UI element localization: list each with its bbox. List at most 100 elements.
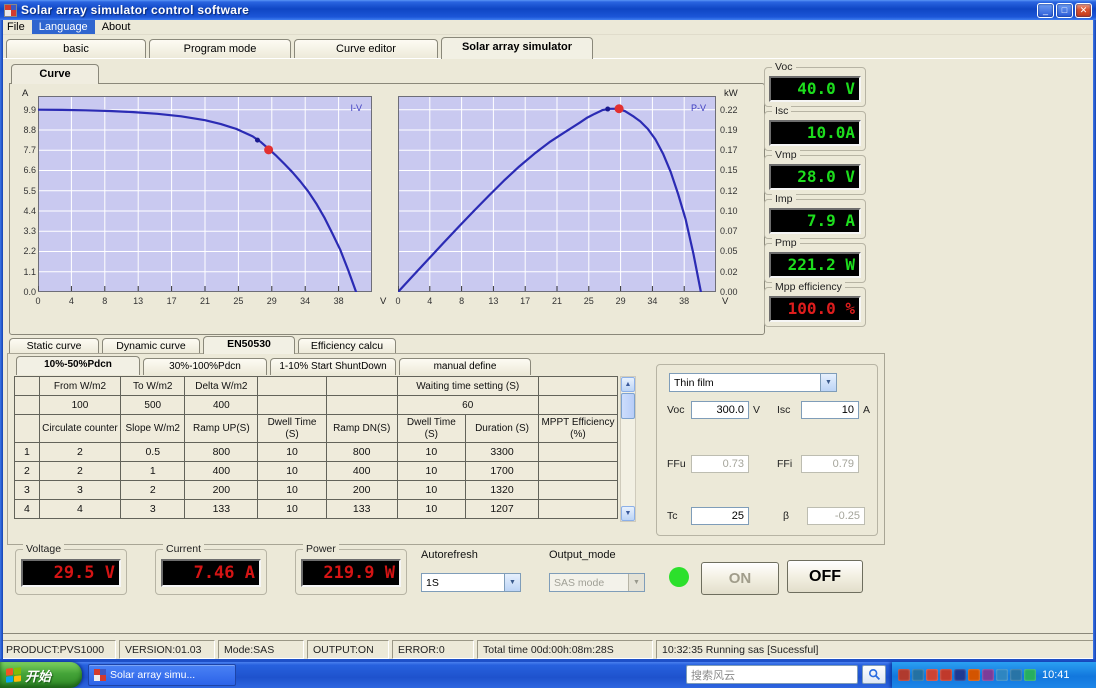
table-cell[interactable]: 2 (120, 480, 186, 500)
table-cell[interactable]: 200 (184, 480, 259, 500)
table-cell[interactable]: 200 (325, 480, 398, 500)
search-icon[interactable] (862, 665, 886, 684)
table-cell[interactable]: 60 (396, 395, 539, 415)
table-cell[interactable] (537, 499, 619, 519)
field-input-[interactable]: -0.25 (807, 507, 865, 525)
table-cell[interactable]: 1700 (465, 461, 539, 481)
table-cell[interactable]: 800 (325, 442, 398, 462)
table-cell[interactable]: 1207 (465, 499, 539, 519)
table-cell[interactable] (14, 395, 40, 415)
on-button[interactable]: ON (701, 562, 779, 595)
table-cell[interactable] (537, 461, 619, 481)
taskbar-app-button[interactable]: Solar array simu... (88, 664, 236, 686)
chevron-down-icon[interactable]: ▼ (820, 374, 836, 391)
field-input-ffi[interactable]: 0.79 (801, 455, 859, 473)
tray-icon-3[interactable] (926, 669, 938, 681)
table-cell[interactable]: 4 (38, 499, 122, 519)
tray-icon-10[interactable] (1024, 669, 1036, 681)
table-cell[interactable]: 133 (184, 499, 259, 519)
scroll-up-icon[interactable]: ▲ (621, 377, 635, 392)
tray-icon-4[interactable] (940, 669, 952, 681)
table-cell[interactable]: 10 (257, 461, 327, 481)
table-cell[interactable]: 10 (257, 442, 327, 462)
table-cell[interactable]: 3300 (465, 442, 539, 462)
table-cell[interactable]: 10 (257, 480, 327, 500)
table-cell[interactable] (537, 480, 619, 500)
close-button[interactable]: ✕ (1075, 2, 1092, 18)
window-title: Solar array simulator control software (21, 3, 250, 17)
tab-program-mode[interactable]: Program mode (149, 39, 291, 59)
tray-icon-1[interactable] (898, 669, 910, 681)
tray-icon-6[interactable] (968, 669, 980, 681)
table-cell[interactable] (257, 395, 327, 415)
menu-about[interactable]: About (95, 20, 138, 34)
status-segment-7: 10:32:35 Running sas [Sucessful] (656, 640, 1096, 659)
tab-efficiency-calcu[interactable]: Efficiency calcu (298, 338, 396, 354)
row-number[interactable]: 4 (14, 499, 40, 519)
field-input-ffu[interactable]: 0.73 (691, 455, 749, 473)
table-cell[interactable]: 1 (120, 461, 186, 481)
field-input-tc[interactable]: 25 (691, 507, 749, 525)
field-input-isc[interactable]: 10 (801, 401, 859, 419)
tab-curve[interactable]: Curve (11, 64, 99, 84)
search-input[interactable]: 搜索风云 (686, 665, 858, 684)
start-button[interactable]: 开始 (0, 662, 82, 688)
y-tick-label: 0.17 (720, 145, 738, 156)
table-cell[interactable]: 500 (120, 395, 186, 415)
table-cell[interactable]: 400 (325, 461, 398, 481)
tray-icon-2[interactable] (912, 669, 924, 681)
chevron-down-icon[interactable]: ▼ (504, 574, 520, 591)
tab-basic[interactable]: basic (6, 39, 146, 59)
tray-icon-5[interactable] (954, 669, 966, 681)
row-number[interactable]: 3 (14, 480, 40, 500)
scroll-down-icon[interactable]: ▼ (621, 506, 635, 521)
off-button[interactable]: OFF (787, 560, 863, 593)
table-cell[interactable]: 133 (325, 499, 398, 519)
table-cell[interactable]: 100 (38, 395, 122, 415)
tab-curve-editor[interactable]: Curve editor (294, 39, 438, 59)
subtab-30-100-pdcn[interactable]: 30%-100%Pdcn (143, 358, 267, 375)
pv-type-select[interactable]: Thin film ▼ (669, 373, 837, 392)
table-cell[interactable]: 2 (38, 442, 122, 462)
table-cell[interactable]: 0.5 (120, 442, 186, 462)
table-cell[interactable] (537, 395, 619, 415)
table-cell[interactable]: 400 (184, 395, 259, 415)
tray-icon-9[interactable] (1010, 669, 1022, 681)
row-number[interactable]: 1 (14, 442, 40, 462)
tab-en50530[interactable]: EN50530 (203, 336, 295, 354)
col-from: From W/m2 (38, 376, 122, 396)
tray-icon-7[interactable] (982, 669, 994, 681)
tray-icon-8[interactable] (996, 669, 1008, 681)
output-mode-select[interactable]: SAS mode ▼ (549, 573, 645, 592)
subtab-1-10-start-shuntdown[interactable]: 1-10% Start ShuntDown (270, 358, 396, 375)
minimize-button[interactable]: _ (1037, 2, 1054, 18)
table-cell[interactable]: 10 (257, 499, 327, 519)
table-cell[interactable] (537, 442, 619, 462)
subtab-10-50-pdcn[interactable]: 10%-50%Pdcn (16, 356, 140, 375)
table-cell[interactable]: 10 (396, 480, 467, 500)
y-tick-label: 0.22 (720, 104, 738, 115)
table-cell[interactable]: 3 (38, 480, 122, 500)
table-scrollbar[interactable]: ▲ ▼ (620, 376, 636, 522)
table-cell[interactable]: 10 (396, 461, 467, 481)
table-cell[interactable] (325, 395, 398, 415)
table-cell[interactable]: 10 (396, 499, 467, 519)
table-cell[interactable]: 3 (120, 499, 186, 519)
field-input-voc[interactable]: 300.0 (691, 401, 749, 419)
table-cell[interactable]: 10 (396, 442, 467, 462)
row-number[interactable]: 2 (14, 461, 40, 481)
menu-language[interactable]: Language (31, 20, 95, 34)
tab-static-curve[interactable]: Static curve (9, 338, 99, 354)
subtab-manual-define[interactable]: manual define (399, 358, 531, 375)
scrollbar-thumb[interactable] (621, 393, 635, 419)
table-cell[interactable]: 400 (184, 461, 259, 481)
table-cell[interactable]: 1320 (465, 480, 539, 500)
tab-dynamic-curve[interactable]: Dynamic curve (102, 338, 200, 354)
autorefresh-select[interactable]: 1S ▼ (421, 573, 521, 592)
table-cell[interactable]: 2 (38, 461, 122, 481)
field-voc: Voc 300.0 V (667, 401, 760, 419)
table-cell[interactable]: 800 (184, 442, 259, 462)
maximize-button[interactable]: □ (1056, 2, 1073, 18)
tab-solar-array-simulator[interactable]: Solar array simulator (441, 37, 593, 59)
menu-file[interactable]: File (0, 20, 32, 34)
